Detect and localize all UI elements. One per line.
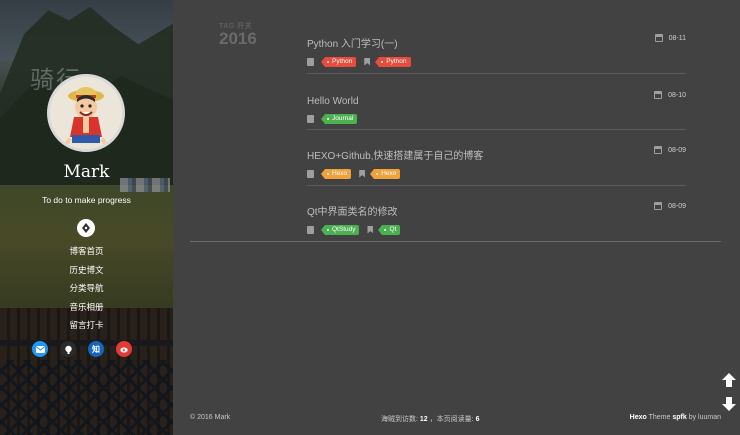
luffy-avatar-icon	[50, 77, 122, 149]
folder-icon	[307, 169, 314, 178]
sidebar-nav: 博客首页 历史博文 分类导航 音乐相册 留言打卡	[0, 244, 173, 337]
post-date-text: 08-09	[668, 146, 686, 154]
post-meta: Hexo Hexo	[307, 168, 686, 179]
author-name[interactable]: Mark	[0, 162, 173, 182]
post-meta: Journal	[307, 113, 686, 124]
nav-item-archives[interactable]: 历史博文	[0, 263, 173, 282]
arrow-down-icon	[722, 397, 736, 411]
envelope-icon	[35, 345, 45, 353]
post-title[interactable]: Qt中界面类名的修改	[307, 203, 398, 218]
archive-end-divider	[190, 241, 721, 242]
category-chip[interactable]: Journal	[320, 113, 358, 124]
post-item: Python 入门学习(一) Python Python 08-11	[307, 34, 686, 67]
copyright: © 2016 Mark	[190, 414, 231, 421]
post-date: 08-09	[654, 146, 686, 154]
page-footer: © 2016 Mark 海贼到访数: 12 ，本页阅读量: 6 Hexo The…	[190, 414, 721, 426]
visits-label: 海贼到访数:	[381, 416, 418, 423]
calendar-icon	[654, 34, 663, 42]
hexo-link[interactable]: Hexo	[630, 414, 647, 421]
bookmark-icon	[364, 57, 371, 66]
avatar[interactable]	[47, 74, 125, 152]
archive-year: 2016	[219, 29, 257, 48]
visits-count: 12	[419, 416, 428, 423]
category-chip[interactable]: Python	[320, 56, 357, 67]
weibo-logo-icon	[119, 347, 128, 353]
mail-icon[interactable]	[32, 341, 48, 357]
post-date: 08-10	[654, 91, 686, 99]
calendar-icon	[654, 202, 663, 210]
folder-icon	[307, 225, 314, 234]
post-date-text: 08-09	[668, 202, 686, 210]
post-item: Qt中界面类名的修改 QtStudy Qt 08-09	[307, 202, 686, 235]
github-icon[interactable]	[60, 341, 76, 357]
category-chip[interactable]: QtStudy	[320, 224, 360, 235]
post-title[interactable]: Python 入门学习(一)	[307, 35, 398, 50]
visit-stats: 海贼到访数: 12 ，本页阅读量: 6	[381, 414, 479, 424]
post-title[interactable]: HEXO+Github,快速搭建属于自己的博客	[307, 147, 483, 162]
post-item: Hello World Journal 08-10	[307, 91, 686, 124]
post-title[interactable]: Hello World	[307, 96, 359, 107]
post-date: 08-11	[654, 34, 686, 42]
arrow-up-icon	[722, 373, 736, 387]
calendar-icon	[654, 146, 663, 154]
nav-item-guestbook[interactable]: 留言打卡	[0, 318, 173, 337]
theme-credit: Hexo Theme spfk by luuman	[630, 414, 721, 421]
octocat-icon	[64, 345, 72, 354]
page-views-label: ，本页阅读量:	[429, 416, 474, 423]
post-divider	[307, 185, 686, 186]
post-meta: Python Python	[307, 56, 686, 67]
theme-author[interactable]: by luuman	[689, 414, 721, 421]
pen-icon	[82, 223, 90, 233]
archive-main: TAG 开关 2016 Python 入门学习(一) Python Python…	[173, 0, 740, 435]
bookmark-icon	[359, 169, 366, 178]
scroll-up-icon[interactable]	[721, 372, 737, 388]
post-item: HEXO+Github,快速搭建属于自己的博客 Hexo Hexo 08-09	[307, 146, 686, 179]
nav-item-categories[interactable]: 分类导航	[0, 281, 173, 300]
page-views-count: 6	[475, 416, 480, 423]
weibo-icon[interactable]	[116, 341, 132, 357]
post-divider	[307, 73, 686, 74]
scroll-down-icon[interactable]	[721, 396, 737, 412]
author-motto: To do to make progress	[42, 195, 131, 205]
theme-word: Theme	[648, 414, 671, 421]
nav-item-home[interactable]: 博客首页	[0, 244, 173, 263]
calendar-icon	[654, 91, 663, 99]
post-divider	[307, 129, 686, 130]
theme-link[interactable]: spfk	[672, 414, 686, 421]
sidebar: 骑行 Mark To do to make progress 博客首页 历史博文	[0, 0, 173, 435]
folder-icon	[307, 57, 314, 66]
folder-icon	[307, 114, 314, 123]
tag-chip[interactable]: Qt	[378, 224, 401, 235]
category-chip[interactable]: Hexo	[320, 168, 352, 179]
post-date-text: 08-10	[668, 91, 686, 99]
post-meta: QtStudy Qt	[307, 224, 686, 235]
nav-item-music-album[interactable]: 音乐相册	[0, 300, 173, 319]
bookmark-icon	[367, 225, 374, 234]
tag-chip[interactable]: Hexo	[370, 168, 401, 179]
tag-chip[interactable]: Python	[375, 56, 411, 67]
sidebar-overlay	[0, 0, 173, 435]
post-date-text: 08-11	[668, 34, 686, 42]
pen-nib-icon[interactable]	[77, 219, 95, 237]
social-links: 知	[32, 341, 132, 357]
zhihu-icon[interactable]: 知	[88, 341, 104, 357]
post-date: 08-09	[654, 202, 686, 210]
